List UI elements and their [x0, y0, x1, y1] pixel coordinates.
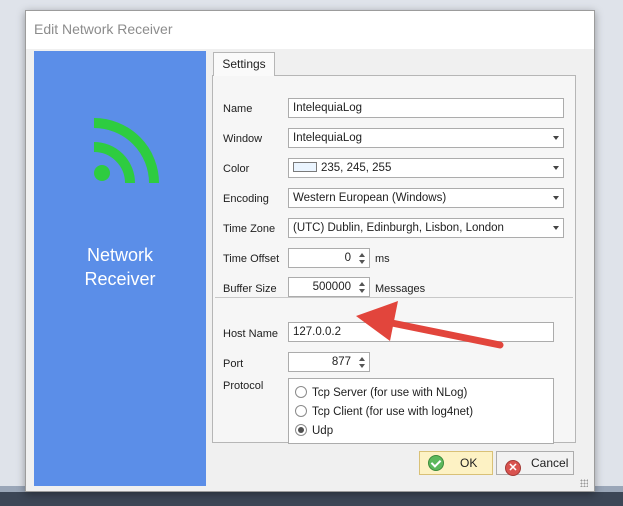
port-stepper[interactable]: 877 [288, 352, 370, 372]
receiver-caption-line2: Receiver [84, 269, 156, 289]
protocol-option-label: Tcp Server (for use with NLog) [312, 387, 468, 399]
name-label: Name [223, 103, 253, 115]
encoding-combo-value: Western European (Windows) [293, 192, 447, 204]
color-swatch [293, 162, 317, 172]
resize-grip[interactable] [580, 479, 588, 487]
chevron-down-icon[interactable] [553, 166, 559, 170]
ok-button[interactable]: OK [419, 451, 493, 475]
edit-network-receiver-dialog: Edit Network Receiver Network Receiver S… [25, 10, 595, 492]
check-icon [428, 455, 444, 471]
time-offset-value: 0 [344, 252, 351, 264]
protocol-radio-group: Tcp Server (for use with NLog) Tcp Clien… [288, 378, 554, 444]
time-zone-combo-value: (UTC) Dublin, Edinburgh, Lisbon, London [293, 222, 504, 234]
section-divider [215, 297, 573, 298]
protocol-option-udp[interactable]: Udp [295, 423, 333, 441]
window-combo-value: IntelequiaLog [293, 132, 363, 144]
color-label: Color [223, 163, 250, 175]
time-offset-unit: ms [375, 253, 390, 265]
spin-down-icon[interactable] [359, 364, 365, 368]
port-label: Port [223, 358, 244, 370]
port-spin-buttons[interactable] [356, 354, 368, 370]
name-input[interactable]: IntelequiaLog [288, 98, 564, 118]
chevron-down-icon[interactable] [553, 136, 559, 140]
time-zone-label: Time Zone [223, 223, 276, 235]
port-value: 877 [331, 356, 351, 368]
protocol-option-label: Udp [312, 425, 334, 437]
receiver-caption: Network Receiver [34, 243, 206, 291]
protocol-label: Protocol [223, 380, 264, 392]
radio-button[interactable] [295, 405, 307, 417]
time-offset-stepper[interactable]: 0 [288, 248, 370, 268]
radio-button-checked[interactable] [295, 424, 307, 436]
spin-down-icon[interactable] [359, 289, 365, 293]
window-combo[interactable]: IntelequiaLog [288, 128, 564, 148]
protocol-option-label: Tcp Client (for use with log4net) [312, 406, 474, 418]
buffer-size-value: 500000 [312, 281, 351, 293]
background-taskbar [0, 492, 623, 506]
radio-button[interactable] [295, 386, 307, 398]
spin-up-icon[interactable] [359, 357, 365, 361]
time-offset-label: Time Offset [223, 253, 280, 265]
encoding-label: Encoding [223, 193, 269, 205]
buffer-size-spin-buttons[interactable] [356, 279, 368, 295]
spin-up-icon[interactable] [359, 253, 365, 257]
window-label: Window [223, 133, 263, 145]
color-combo[interactable]: 235, 245, 255 [288, 158, 564, 178]
time-offset-spin-buttons[interactable] [356, 250, 368, 266]
protocol-option-tcp-server[interactable]: Tcp Server (for use with NLog) [295, 385, 467, 403]
receiver-banner: Network Receiver [34, 51, 206, 486]
spin-up-icon[interactable] [359, 282, 365, 286]
buffer-size-stepper[interactable]: 500000 [288, 277, 370, 297]
spin-down-icon[interactable] [359, 260, 365, 264]
buffer-size-unit: Messages [375, 283, 426, 295]
time-zone-combo[interactable]: (UTC) Dublin, Edinburgh, Lisbon, London [288, 218, 564, 238]
host-name-label: Host Name [223, 328, 279, 340]
settings-panel: Name IntelequiaLog Window IntelequiaLog … [212, 75, 576, 444]
annotation-arrow-icon [356, 301, 504, 349]
wifi-signal-icon [93, 118, 159, 184]
cancel-button[interactable]: ✕ Cancel [496, 451, 574, 476]
ok-button-label: OK [460, 456, 478, 470]
chevron-down-icon[interactable] [553, 226, 559, 230]
protocol-option-tcp-client[interactable]: Tcp Client (for use with log4net) [295, 404, 473, 422]
dialog-title: Edit Network Receiver [26, 11, 594, 49]
encoding-combo[interactable]: Western European (Windows) [288, 188, 564, 208]
tab-settings[interactable]: Settings [213, 52, 275, 76]
cancel-icon: ✕ [505, 460, 521, 476]
receiver-caption-line1: Network [86, 245, 153, 265]
cancel-button-label: Cancel [531, 456, 569, 470]
color-combo-value: 235, 245, 255 [321, 162, 392, 174]
buffer-size-label: Buffer Size [223, 283, 277, 295]
chevron-down-icon[interactable] [553, 196, 559, 200]
